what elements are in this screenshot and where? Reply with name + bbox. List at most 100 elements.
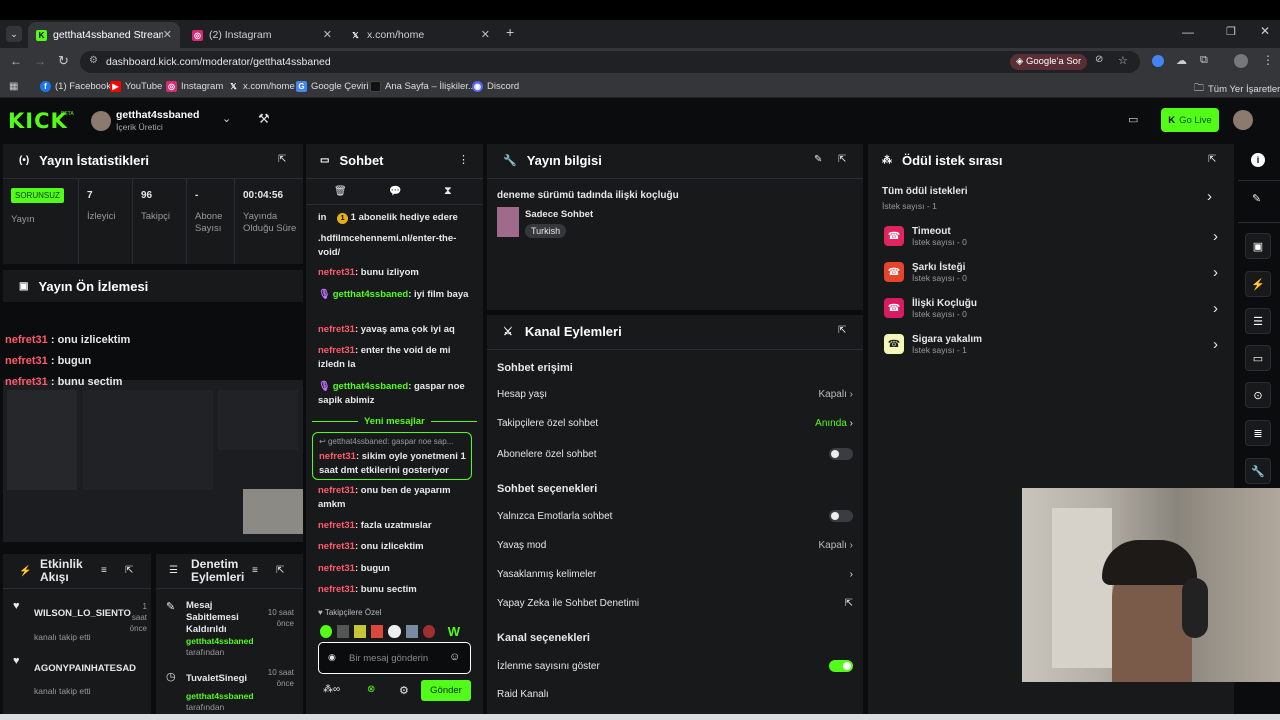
emoji-icon[interactable]: ☺ <box>449 651 460 663</box>
close-tab-icon[interactable]: ✕ <box>323 28 332 41</box>
popout-icon[interactable]: ⇱ <box>278 154 286 165</box>
emote-icon[interactable] <box>337 624 350 638</box>
close-tab-icon[interactable]: ✕ <box>481 28 490 41</box>
bookmark-facebook[interactable]: f (1) Facebook <box>40 81 111 92</box>
minimize-icon[interactable]: — <box>1182 25 1194 39</box>
sidebar-chat-icon[interactable]: ▭ <box>1245 345 1271 371</box>
activity-name[interactable]: WILSON_LO_SIENTO <box>34 608 131 619</box>
sidebar-broadcast-icon[interactable]: ⊙ <box>1245 382 1271 408</box>
kick-logo[interactable]: KICK <box>8 109 68 133</box>
kick-coin-icon[interactable]: ⊗ <box>367 684 375 695</box>
reward-item[interactable]: ☎ Sigara yakalım İstek sayısı - 1 › <box>884 329 1218 359</box>
tab-kick[interactable]: K getthat4ssbaned Stream - Kick ✕ <box>28 22 180 48</box>
google-sor-button[interactable]: ◈ Google'a Sor <box>1010 54 1088 70</box>
reward-item[interactable]: ☎ Timeout İstek sayısı - 0 › <box>884 221 1218 251</box>
new-tab-icon[interactable]: + <box>506 24 514 40</box>
edit-pencil-icon[interactable]: ✎ <box>1252 192 1261 205</box>
emote-icon[interactable] <box>371 624 384 638</box>
sidebar-lightning-icon[interactable]: ⚡ <box>1245 271 1271 297</box>
moderation-by[interactable]: getthat4ssbaned <box>186 636 254 646</box>
extensions-puzzle-icon[interactable]: ⧉ <box>1200 54 1208 67</box>
tab-instagram[interactable]: ◎ (2) Instagram ✕ <box>184 22 340 48</box>
settings-gear-icon[interactable]: ⚙ <box>399 684 409 697</box>
user-avatar[interactable] <box>1233 110 1253 130</box>
restore-icon[interactable]: ❐ <box>1226 25 1236 38</box>
account-age-row[interactable]: Hesap yaşı Kapalı › <box>497 389 853 400</box>
moderation-action[interactable]: TuvaletSinegi <box>186 673 247 684</box>
emote-w-icon[interactable]: W <box>448 624 460 639</box>
subs-chat-toggle[interactable] <box>829 448 853 460</box>
back-icon[interactable]: ← <box>10 54 22 68</box>
raid-row[interactable]: Raid Kanalı <box>497 689 853 700</box>
followers-chat-row[interactable]: Takipçilere özel sohbet Anında › <box>497 418 853 429</box>
bookmark-discord[interactable]: ◉ Discord <box>472 81 519 92</box>
edit-pencil-icon[interactable]: ✎ <box>814 154 822 165</box>
channel-avatar[interactable] <box>91 111 111 131</box>
popout-icon[interactable]: ⇱ <box>1208 154 1216 165</box>
emote-icon[interactable] <box>405 624 418 638</box>
speech-bubble-icon[interactable]: 💬 <box>389 186 401 197</box>
tab-x[interactable]: 𝕏 x.com/home ✕ <box>342 22 498 48</box>
reply-context[interactable]: ↩ getthat4ssbaned: gaspar noe sap... <box>319 437 467 446</box>
chat-input[interactable]: ◉ Bir mesaj gönderin ☺ <box>318 642 471 674</box>
points-icon[interactable]: ⁂∞ <box>323 684 340 695</box>
activity-name[interactable]: AGONYPAINHATESAD <box>34 663 136 674</box>
stream-preview-video[interactable]: nefret31 : onu izlicektim nefret31 : bug… <box>3 302 303 542</box>
bookmark-x[interactable]: 𝕏x.com/home <box>228 81 294 92</box>
sidebar-layers-icon[interactable]: ≣ <box>1245 420 1271 446</box>
site-info-icon[interactable]: ⚙ <box>89 55 98 66</box>
bookmark-anasayfa[interactable]: Ana Sayfa – İlişkiler... <box>370 81 476 92</box>
emote-icon[interactable] <box>422 624 435 638</box>
all-rewards-row[interactable]: Tüm ödül istekleri İstek sayısı - 1 › <box>882 186 1222 216</box>
reward-item[interactable]: ☎ Şarkı İsteği İstek sayısı - 0 › <box>884 257 1218 287</box>
extension-icon[interactable] <box>1152 55 1164 67</box>
sidebar-stream-icon[interactable]: ▣ <box>1245 233 1271 259</box>
emote-only-toggle[interactable] <box>829 510 853 522</box>
all-bookmarks[interactable]: 🗀 Tüm Yer İşaretleri <box>1194 81 1280 98</box>
moderation-by[interactable]: getthat4ssbaned <box>186 691 254 701</box>
hourglass-icon[interactable]: ⧗ <box>444 185 452 198</box>
reload-icon[interactable]: ↻ <box>58 53 69 69</box>
sidebar-list-icon[interactable]: ☰ <box>1245 308 1271 334</box>
apps-grid-icon[interactable]: ▦ <box>9 81 18 92</box>
bookmark-youtube[interactable]: ▶ YouTube <box>110 81 162 92</box>
go-live-button[interactable]: K Go Live <box>1161 108 1219 132</box>
popout-icon[interactable]: ⇱ <box>838 325 846 336</box>
close-window-icon[interactable]: ✕ <box>1260 24 1270 38</box>
slow-mode-row[interactable]: Yavaş mod Kapalı › <box>497 540 853 551</box>
info-icon[interactable]: i <box>1251 153 1265 167</box>
star-icon[interactable]: ☆ <box>1118 54 1128 67</box>
banned-words-row[interactable]: Yasaklanmış kelimeler › <box>497 569 853 580</box>
chat-menu-icon[interactable]: ⋮ <box>458 153 469 166</box>
sidebar-wrench-icon[interactable]: 🔧 <box>1245 458 1271 484</box>
menu-dots-icon[interactable]: ⋮ <box>1262 53 1274 67</box>
chevron-down-icon[interactable]: ⌄ <box>222 112 231 125</box>
tab-search-icon[interactable]: ⌄ <box>6 26 22 42</box>
ai-moderation-row[interactable]: Yapay Zeka ile Sohbet Denetimi ⇱ <box>497 598 853 609</box>
filter-icon[interactable]: ≡ <box>252 565 258 576</box>
close-tab-icon[interactable]: ✕ <box>163 28 172 41</box>
forward-icon[interactable]: → <box>34 54 46 68</box>
category-thumbnail[interactable] <box>497 207 519 237</box>
send-button[interactable]: Gönder <box>421 680 471 701</box>
popout-icon[interactable]: ⇱ <box>125 565 133 576</box>
show-viewers-toggle[interactable] <box>829 660 853 672</box>
bookmark-instagram[interactable]: ◎ Instagram <box>166 81 223 92</box>
emote-icon[interactable] <box>320 624 333 638</box>
profile-avatar[interactable] <box>1234 54 1248 68</box>
category-name[interactable]: Sadece Sohbet <box>525 209 593 220</box>
popout-icon[interactable]: ⇱ <box>276 565 284 576</box>
bookmark-google-translate[interactable]: G Google Çeviri <box>296 81 369 92</box>
record-icon[interactable]: ◉ <box>328 652 336 663</box>
popout-icon[interactable]: ⇱ <box>838 154 846 165</box>
eye-off-icon[interactable]: ⊘ <box>1095 54 1103 65</box>
emote-icon[interactable] <box>388 624 401 638</box>
reward-item[interactable]: ☎ İlişki Koçluğu İstek sayısı - 0 › <box>884 293 1218 323</box>
filter-icon[interactable]: ≡ <box>101 565 107 576</box>
new-messages-label[interactable]: Yeni mesajlar <box>358 416 431 427</box>
emote-icon[interactable] <box>354 624 367 638</box>
address-bar[interactable]: ⚙ dashboard.kick.com/moderator/getthat4s… <box>80 51 1140 73</box>
tools-icon[interactable]: ⚒ <box>258 111 270 127</box>
trash-icon[interactable]: 🗑 <box>334 186 347 197</box>
cloud-icon[interactable]: ☁ <box>1176 54 1187 67</box>
